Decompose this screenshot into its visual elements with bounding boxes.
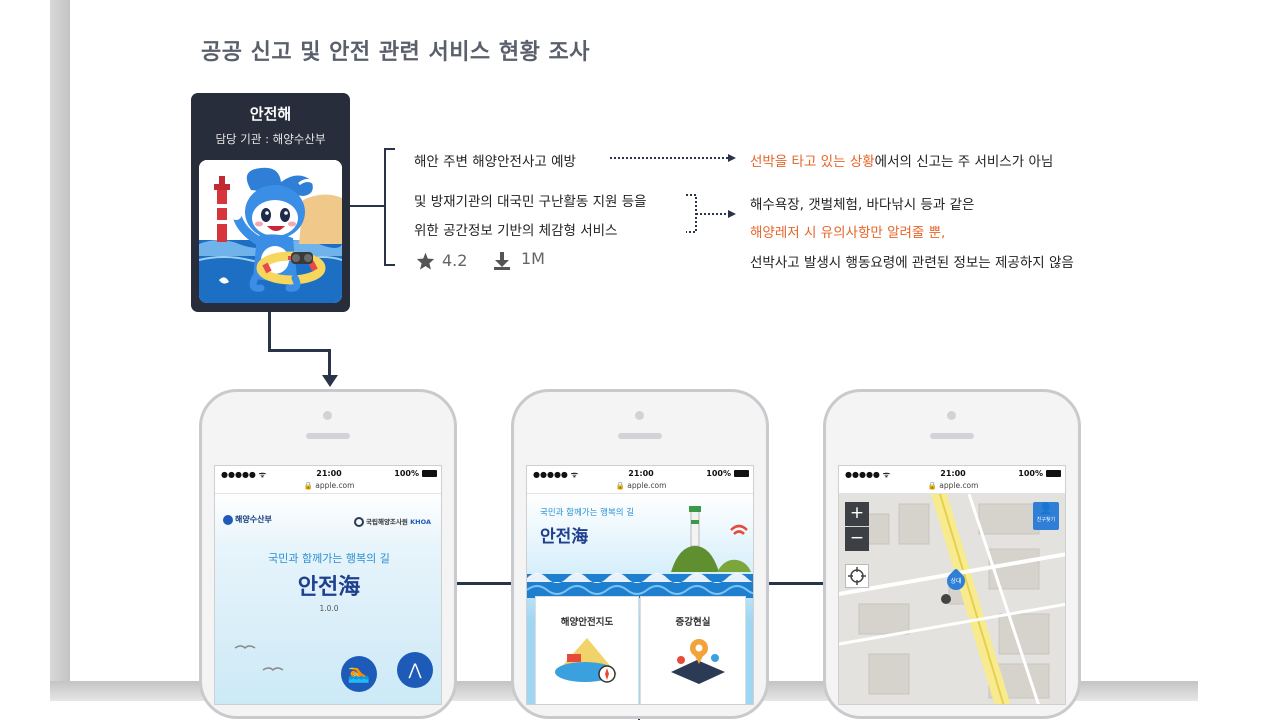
khoa-logo-icon: [354, 517, 364, 527]
phone-mockup-1: ●●●●● ᯤ 21:00 100% 🔒 apple.com 해양수산부 국립해…: [199, 389, 457, 719]
phone-speaker: [930, 433, 974, 439]
phone-1-screen[interactable]: ●●●●● ᯤ 21:00 100% 🔒 apple.com 해양수산부 국립해…: [214, 465, 442, 705]
phone-mockup-3: ●●●●● ᯤ 21:00 100% 🔒 apple.com + − 👤 친구찾…: [823, 389, 1081, 719]
zoom-in-button[interactable]: +: [845, 502, 869, 526]
swim-icon[interactable]: 🏊: [341, 656, 377, 692]
note-2-line-3: 선박사고 발생시 행동요령에 관련된 정보는 제공하지 않음: [750, 255, 1074, 271]
app-downloads: 1M: [521, 249, 545, 268]
url-bar[interactable]: 🔒 apple.com: [527, 481, 753, 494]
ar-icon: [671, 639, 725, 684]
bracket-bottom: [384, 264, 395, 266]
phone-camera: [635, 411, 644, 420]
phone-2-title: 안전海: [540, 527, 589, 547]
my-location-dot: [941, 594, 951, 604]
phone-link-2-3: [769, 582, 824, 585]
note-1-rest: 에서의 신고는 주 서비스가 아님: [874, 154, 1054, 170]
locate-button[interactable]: [845, 564, 869, 588]
wave-band: [527, 573, 753, 598]
battery-icon: [734, 470, 749, 477]
download-icon: [494, 252, 510, 270]
phone-3-screen[interactable]: ●●●●● ᯤ 21:00 100% 🔒 apple.com + − 👤 친구찾…: [838, 465, 1066, 705]
url-bar[interactable]: 🔒 apple.com: [215, 481, 441, 494]
bracket-top: [384, 148, 395, 150]
lighthouse-island-icon: [671, 506, 751, 572]
dotted-arrow-1: [610, 154, 736, 162]
seagull-icon: [234, 645, 284, 672]
card-elbow-line: [268, 349, 331, 352]
find-friend-button[interactable]: 👤 친구찾기: [1033, 502, 1059, 530]
note-1-highlight: 선박을 타고 있는 상황: [750, 154, 875, 170]
app-name: 안전해: [249, 105, 292, 123]
target-marker-label: 상대: [950, 578, 962, 585]
phone-camera: [323, 411, 332, 420]
elbow-down-line: [328, 349, 331, 377]
phone-1-version: 1.0.0: [319, 604, 339, 613]
feature-line-3: 위한 공간정보 기반의 체감형 서비스: [414, 223, 618, 239]
mof-logo-icon: [223, 514, 233, 525]
menu-label-ar: 증강현실: [675, 617, 711, 628]
url-bar[interactable]: 🔒 apple.com: [839, 481, 1065, 494]
tent-icon[interactable]: ⋀: [397, 652, 433, 688]
phone-speaker: [306, 433, 350, 439]
app-rating: 4.2: [442, 251, 468, 270]
status-bar: ●●●●● ᯤ 21:00 100%: [527, 466, 753, 482]
phone-1-title: 안전海: [297, 575, 361, 600]
person-icon: 👤: [1039, 502, 1053, 515]
arrow-down-head: [322, 375, 338, 387]
slide-shadow-left: [50, 0, 70, 690]
feature-line-1: 해안 주변 해양안전사고 예방: [414, 154, 576, 170]
crosshair-icon: [848, 567, 866, 585]
find-friend-label: 친구찾기: [1036, 517, 1056, 523]
status-bar: ●●●●● ᯤ 21:00 100%: [839, 466, 1065, 482]
card-to-bracket-line: [350, 205, 386, 207]
phone-camera: [947, 411, 956, 420]
safety-map-icon: [555, 638, 617, 683]
bracket-vertical: [384, 148, 386, 266]
battery-icon: [422, 470, 437, 477]
phone-2-slogan: 국민과 함께가는 행복의 길: [540, 508, 635, 518]
logo-right: 국립해양조사원 KHOA: [354, 516, 431, 527]
logo-left: 해양수산부: [223, 514, 272, 525]
note-1: 선박을 타고 있는 상황에서의 신고는 주 서비스가 아님: [750, 150, 1053, 170]
status-bar: ●●●●● ᯤ 21:00 100%: [215, 466, 441, 482]
battery-icon: [1046, 470, 1061, 477]
map-view[interactable]: [839, 494, 1066, 705]
star-icon: [416, 252, 435, 270]
phone-mockup-2: ●●●●● ᯤ 21:00 100% 🔒 apple.com 국민과 함께가는 …: [511, 389, 769, 719]
phone-link-1-2: [457, 582, 512, 585]
dotted-arrow-2: [686, 194, 736, 233]
card-down-line: [268, 312, 271, 352]
phone-1-slogan: 국민과 함께가는 행복의 길: [268, 552, 390, 565]
phone-2-screen[interactable]: ●●●●● ᯤ 21:00 100% 🔒 apple.com 국민과 함께가는 …: [526, 465, 754, 705]
app-agency: 담당 기관 : 해양수산부: [215, 132, 326, 146]
phone-speaker: [618, 433, 662, 439]
menu-label-safety-map: 해양안전지도: [560, 617, 614, 628]
app-mascot-icon: [199, 160, 342, 303]
feature-line-2: 및 방재기관의 대국민 구난활동 지원 등을: [414, 194, 647, 210]
note-2-line-1: 해수욕장, 갯벌체험, 바다낚시 등과 같은: [750, 197, 975, 213]
note-2-line-2: 해양레저 시 유의사항만 알려줄 뿐,: [750, 225, 946, 241]
page-title: 공공 신고 및 안전 관련 서비스 현황 조사: [201, 40, 590, 65]
zoom-out-button[interactable]: −: [845, 527, 869, 551]
